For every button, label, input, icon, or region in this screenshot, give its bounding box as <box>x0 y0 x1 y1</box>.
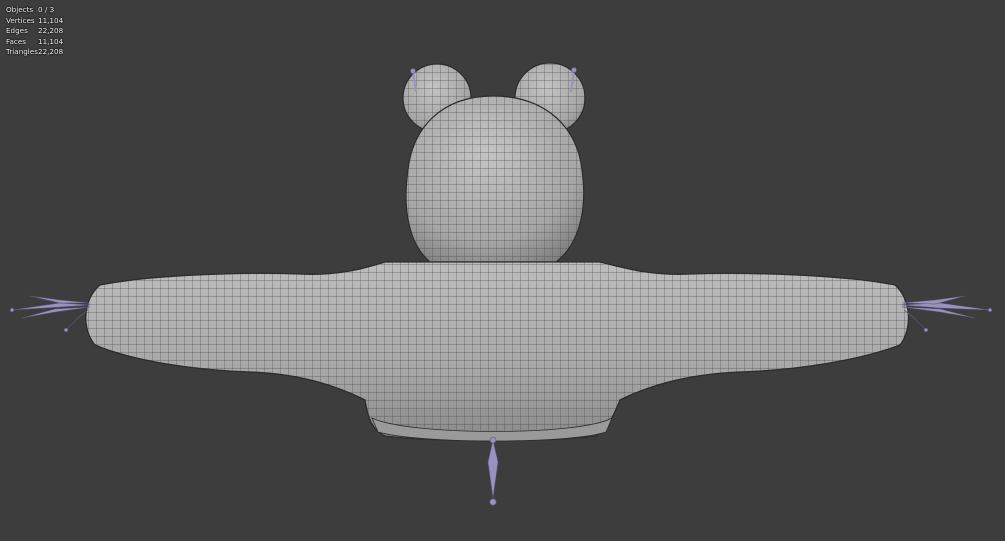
3d-viewport[interactable]: Objects 0 / 3 Vertices 11,104 Edges 22,2… <box>0 0 1005 541</box>
viewport-scene[interactable] <box>0 0 1005 541</box>
body-mesh <box>85 261 910 442</box>
